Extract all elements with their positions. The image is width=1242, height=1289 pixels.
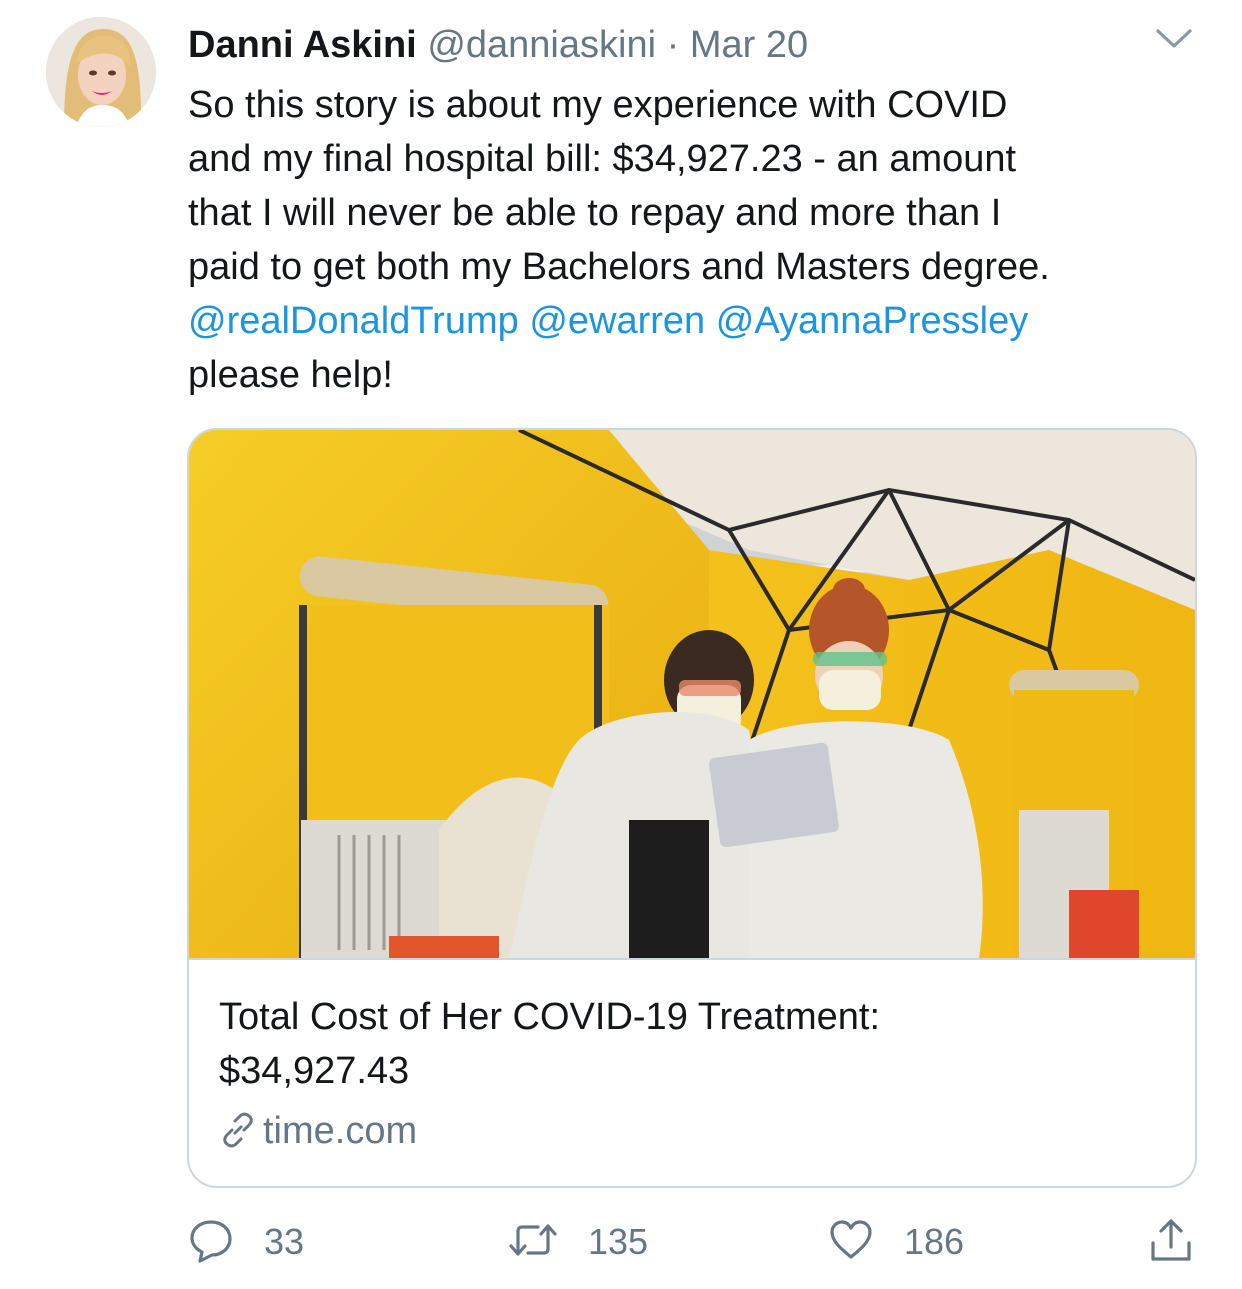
tweet-text: So this story is about my experience wit… — [188, 78, 1198, 402]
like-button[interactable]: 186 — [828, 1212, 964, 1272]
like-count: 186 — [904, 1221, 965, 1262]
reply-button[interactable]: 33 — [188, 1212, 304, 1272]
separator-dot: · — [666, 24, 680, 66]
link-icon — [219, 1110, 263, 1152]
heart-icon — [828, 1217, 874, 1268]
mention-link[interactable]: @ewarren — [529, 300, 705, 342]
card-domain-text: time.com — [263, 1110, 418, 1152]
link-card[interactable]: Total Cost of Her COVID-19 Treatment: $3… — [187, 428, 1197, 1188]
tweet-text-line: and my final hospital bill: $34,927.23 -… — [188, 138, 1017, 180]
tweet-text-line: that I will never be able to repay and m… — [188, 192, 1002, 234]
chevron-down-icon[interactable] — [1154, 26, 1194, 52]
reply-count: 33 — [264, 1221, 305, 1262]
author-name[interactable]: Danni Askini — [188, 24, 417, 66]
retweet-button[interactable]: 135 — [508, 1212, 648, 1272]
card-title-line: Total Cost of Her COVID-19 Treatment: — [219, 996, 881, 1038]
mention-link[interactable]: @AyannaPressley — [716, 300, 1028, 342]
avatar[interactable] — [46, 17, 156, 127]
card-domain[interactable]: time.com — [219, 1105, 417, 1157]
card-title[interactable]: Total Cost of Her COVID-19 Treatment: $3… — [219, 990, 1159, 1098]
author-handle[interactable]: @danniaskini — [427, 24, 656, 66]
mention-link[interactable]: @realDonaldTrump — [188, 300, 519, 342]
action-bar: 33 135 186 — [0, 1212, 1242, 1272]
card-divider — [189, 958, 1195, 960]
card-image[interactable] — [189, 430, 1195, 958]
share-icon — [1148, 1215, 1194, 1270]
retweet-count: 135 — [588, 1221, 649, 1262]
retweet-icon — [508, 1217, 558, 1268]
tweet-text-line: So this story is about my experience wit… — [188, 84, 1008, 126]
card-title-line: $34,927.43 — [219, 1050, 410, 1092]
mentions-line: @realDonaldTrump @ewarren @AyannaPressle… — [188, 294, 1198, 348]
tweet-text-line: paid to get both my Bachelors and Master… — [188, 246, 1050, 288]
tweet-date[interactable]: Mar 20 — [690, 24, 808, 66]
tweet-header: Danni Askini @danniaskini · Mar 20 — [188, 20, 808, 70]
tweet-text-tail: please help! — [188, 354, 393, 396]
reply-icon — [188, 1217, 234, 1268]
share-button[interactable] — [1148, 1212, 1194, 1272]
